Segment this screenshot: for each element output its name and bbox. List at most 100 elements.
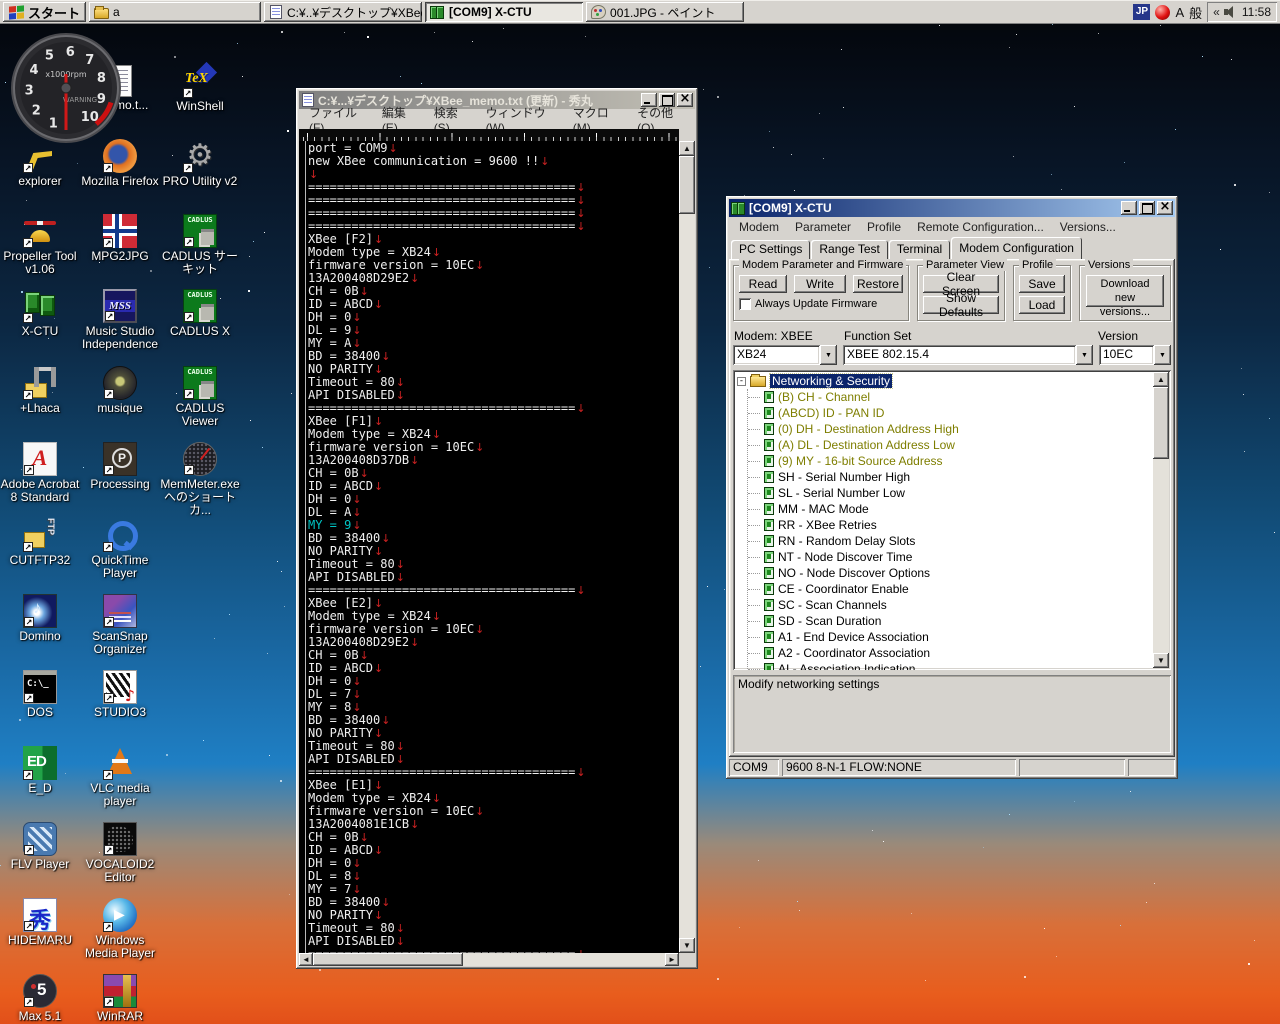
version-select[interactable]: 10EC ▼ [1099,345,1171,365]
scroll-right-icon[interactable]: ► [665,953,679,966]
tree-item[interactable]: NO - Node Discover Options [748,565,1151,581]
tree-item[interactable]: (A) DL - Destination Address Low [748,437,1151,453]
tree-item[interactable]: SH - Serial Number High [748,469,1151,485]
desktop-icon-studio3[interactable]: STUDIO3 [80,670,160,719]
download-new-versions-button[interactable]: Download new versions... [1086,275,1164,307]
desktop-icon-lhaca[interactable]: +Lhaca [0,366,80,415]
editor-vertical-scrollbar[interactable]: ▲ ▼ [679,141,695,953]
desktop-icon-vlc-media-player[interactable]: VLC media player [80,746,160,808]
desktop-icon-mozilla-firefox[interactable]: Mozilla Firefox [80,139,160,188]
tree-root-networking-security[interactable]: - Networking & Security [737,373,1151,389]
tree-item[interactable]: (0) DH - Destination Address High [748,421,1151,437]
xctu-menu-parameter[interactable]: Parameter [787,218,859,236]
show-defaults-button[interactable]: Show Defaults [923,296,999,314]
tray-app-icon[interactable] [1155,5,1170,20]
scroll-down-icon[interactable]: ▼ [1153,653,1169,668]
desktop-icon-pro-utility-v2[interactable]: PRO Utility v2 [160,139,240,188]
tree-item[interactable]: RR - XBee Retries [748,517,1151,533]
tab-terminal[interactable]: Terminal [889,240,950,259]
desktop-icon-x-ctu[interactable]: X-CTU [0,289,80,338]
scroll-down-icon[interactable]: ▼ [679,938,695,953]
tree-item[interactable]: (B) CH - Channel [748,389,1151,405]
tab-range-test[interactable]: Range Test [811,240,888,259]
desktop-icon-domino[interactable]: Domino [0,594,80,643]
modem-select[interactable]: XB24 ▼ [733,345,837,365]
read-button[interactable]: Read [739,275,787,293]
desktop-icon-cadlus-viewer[interactable]: CADLUS Viewer [160,366,240,428]
chevron-down-icon[interactable]: ▼ [1076,345,1093,365]
minimize-button[interactable] [1121,201,1137,215]
desktop-icon-cadlus[interactable]: CADLUS サーキット [160,214,240,276]
restore-button[interactable]: Restore [853,275,903,293]
always-update-firmware-checkbox[interactable] [739,298,751,310]
tree-item[interactable]: A2 - Coordinator Association [748,645,1151,661]
taskbar-button-3[interactable]: [COM9] X-CTU [425,2,583,22]
scrollbar-thumb[interactable] [679,156,695,214]
function-set-select[interactable]: XBEE 802.15.4 ▼ [843,345,1093,365]
xctu-menu-modem[interactable]: Modem [731,218,787,236]
xctu-menu-profile[interactable]: Profile [859,218,909,236]
chevron-down-icon[interactable]: ▼ [1154,345,1171,365]
desktop-icon-propeller-tool-v1-06[interactable]: Propeller Tool v1.06 [0,214,80,276]
tree-item[interactable]: AI - Association Indication [748,661,1151,670]
save-button[interactable]: Save [1019,275,1065,293]
desktop-icon-quicktime-player[interactable]: QuickTime Player [80,518,160,580]
minimize-button[interactable] [641,93,657,107]
tree-item[interactable]: SC - Scan Channels [748,597,1151,613]
xctu-menu-remote-configuration[interactable]: Remote Configuration... [909,218,1052,236]
tab-modem-configuration[interactable]: Modem Configuration [951,237,1082,259]
load-button[interactable]: Load [1019,296,1065,314]
desktop-icon-mpg2jpg[interactable]: MPG2JPG [80,214,160,263]
tree-item[interactable]: NT - Node Discover Time [748,549,1151,565]
desktop-icon-windows-media-player[interactable]: Windows Media Player [80,898,160,960]
desktop-icon-scansnap-organizer[interactable]: ScanSnap Organizer [80,594,160,656]
scroll-left-icon[interactable]: ◄ [299,953,313,966]
scroll-up-icon[interactable]: ▲ [679,141,695,156]
tree-item[interactable]: CE - Coordinator Enable [748,581,1151,597]
tree-item[interactable]: SL - Serial Number Low [748,485,1151,501]
desktop-icon-processing[interactable]: Processing [80,442,160,491]
tachometer-clock-widget[interactable]: 12345678910 x1000rpm WARNING [8,30,124,146]
tab-pc-settings[interactable]: PC Settings [731,240,810,259]
desktop-icon-winshell[interactable]: WinShell [160,64,240,113]
close-button[interactable] [1157,201,1173,215]
tree-scrollbar[interactable]: ▲ ▼ [1153,372,1169,668]
tree-item[interactable]: (9) MY - 16-bit Source Address [748,453,1151,469]
chevron-down-icon[interactable]: ▼ [820,345,837,365]
desktop-icon-flv-player[interactable]: FLV Player [0,822,80,871]
scroll-up-icon[interactable]: ▲ [1153,372,1169,387]
volume-icon[interactable] [1224,6,1238,18]
desktop-icon-hidemaru[interactable]: HIDEMARU [0,898,80,947]
start-button[interactable]: スタート [3,2,86,22]
tree-item[interactable]: RN - Random Delay Slots [748,533,1151,549]
desktop-icon-explorer[interactable]: explorer [0,139,80,188]
desktop-icon-cadlus-x[interactable]: CADLUS X [160,289,240,338]
taskbar-button-4[interactable]: 001.JPG - ペイント [586,2,744,22]
desktop-icon-musique[interactable]: musique [80,366,160,415]
maximize-button[interactable] [659,93,675,107]
write-button[interactable]: Write [794,275,846,293]
desktop-icon-music-studio-independence[interactable]: Music Studio Independence [80,289,160,351]
tree-collapse-icon[interactable]: - [737,377,746,386]
desktop-icon-adobe-acrobat-8-standard[interactable]: Adobe Acrobat 8 Standard [0,442,80,504]
ime-language-badge[interactable]: JP [1133,4,1150,20]
scrollbar-thumb[interactable] [1153,387,1169,459]
xctu-titlebar[interactable]: [COM9] X-CTU [729,199,1175,217]
ime-conversion-mode[interactable]: 般 [1189,3,1202,22]
scrollbar-thumb[interactable] [313,953,463,966]
ime-input-mode[interactable]: A [1175,5,1184,20]
tree-item[interactable]: MM - MAC Mode [748,501,1151,517]
taskbar-button-2[interactable]: C:¥..¥デスクトップ¥XBee_m... [264,2,422,22]
desktop-icon-vocaloid2-editor[interactable]: VOCALOID2 Editor [80,822,160,884]
desktop-icon-max-5-1[interactable]: Max 5.1 [0,974,80,1023]
desktop-icon-cutftp32[interactable]: CUTFTP32 [0,518,80,567]
editor-text-area[interactable]: port = COM9↓new XBee communication = 960… [299,141,679,953]
desktop-icon-dos[interactable]: DOS [0,670,80,719]
desktop-icon-memmeter-exe[interactable]: MemMeter.exe へのショートカ... [160,442,240,517]
editor-horizontal-scrollbar[interactable]: ◄ ► [299,953,679,966]
taskbar-button-1[interactable]: a [89,2,261,22]
tree-item[interactable]: SD - Scan Duration [748,613,1151,629]
tree-item[interactable]: (ABCD) ID - PAN ID [748,405,1151,421]
desktop-icon-winrar[interactable]: WinRAR [80,974,160,1023]
maximize-button[interactable] [1139,201,1155,215]
